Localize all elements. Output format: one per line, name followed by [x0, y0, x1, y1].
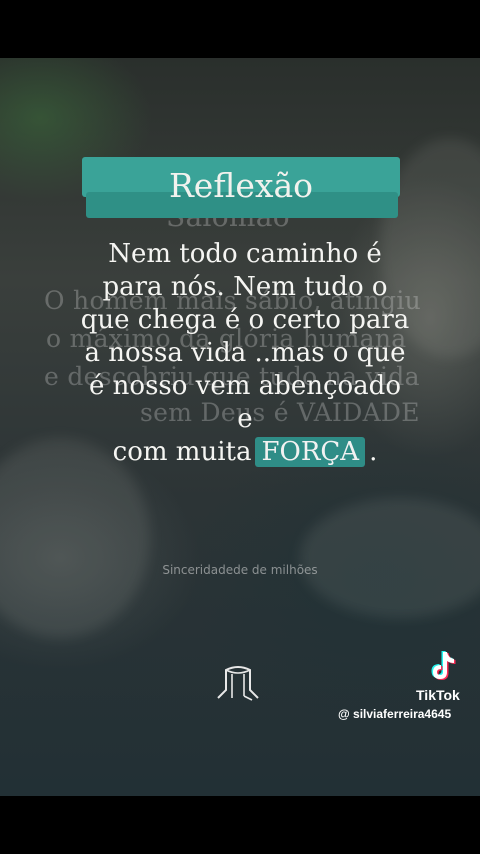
highlight-word: FORÇA [255, 437, 366, 467]
quote-line: a nossa vida ..mas o que [84, 338, 406, 368]
creator-handle[interactable]: @ silviaferreira4645 [338, 707, 451, 721]
tiktok-note-icon [431, 651, 456, 680]
quote-line: é nosso vem abençoado e [89, 371, 401, 434]
quote-line-last: com muita FORÇA. [80, 436, 410, 469]
quote-heading: Reflexão [168, 166, 314, 205]
quote-line-prefix: com muita [112, 437, 252, 467]
quote-line: Nem todo caminho é [108, 239, 382, 269]
background-texture [300, 498, 480, 618]
quote-text: Nem todo caminho é para nós. Nem tudo o … [80, 238, 410, 469]
quote-line: que chega é o certo para [80, 305, 410, 335]
quote-line-suffix: . [369, 437, 378, 467]
quote-line: para nós. Nem tudo o [102, 272, 388, 302]
creator-logo-icon [217, 666, 259, 701]
tiktok-brand: TikTok [416, 687, 460, 703]
credit-text: Sinceridadede de milhões [162, 563, 318, 577]
